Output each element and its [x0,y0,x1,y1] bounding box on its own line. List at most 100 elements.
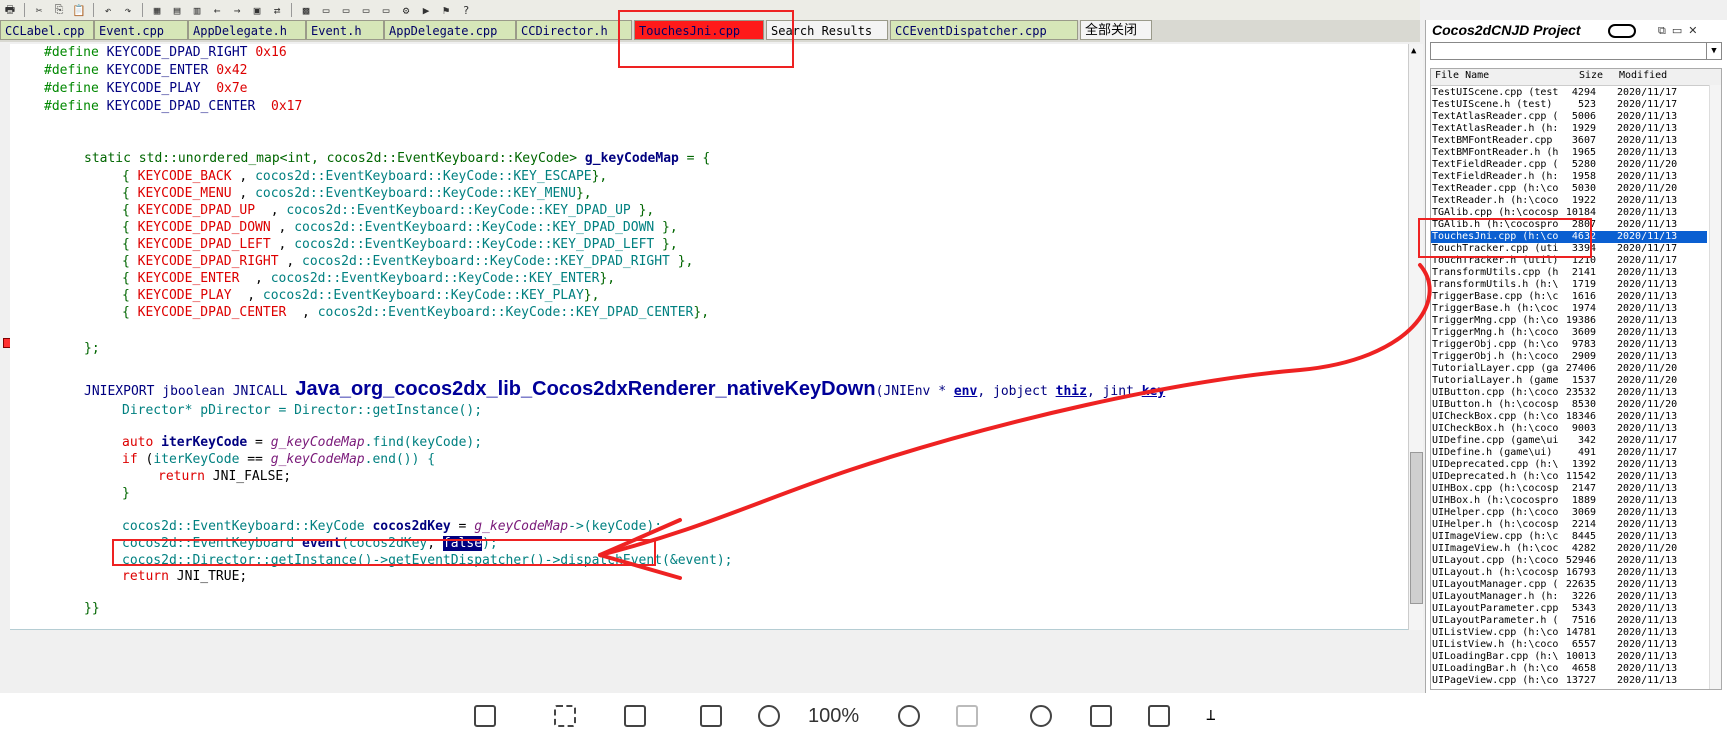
file-row[interactable]: UIButton.cpp (h:\coco 23532 2020/11/13 [1431,387,1707,399]
file-row[interactable]: UILayout.h (h:\cocosp 16793 2020/11/13 [1431,567,1707,579]
file-row[interactable]: UILoadingBar.h (h:\co 4658 2020/11/13 [1431,663,1707,675]
tab-event-cpp[interactable]: Event.cpp [94,20,188,40]
file-row[interactable]: TriggerMng.cpp (h:\co 19386 2020/11/13 [1431,315,1707,327]
paste-icon[interactable]: 📋 [72,3,86,17]
pin-icon[interactable]: ⧉ [1658,24,1672,37]
file-row[interactable]: UIListView.cpp (h:\co 14781 2020/11/13 [1431,627,1707,639]
tab-event-h[interactable]: Event.h [306,20,384,40]
bookmark-icon[interactable]: ▩ [299,3,313,17]
tab-appdelegate-h[interactable]: AppDelegate.h [188,20,306,40]
file-row[interactable]: TextBMFontReader.h (h 1965 2020/11/13 [1431,147,1707,159]
file-row[interactable]: UILayoutManager.cpp (22635 2020/11/13 [1431,579,1707,591]
find-next-icon[interactable]: ▤ [170,3,184,17]
file-row[interactable]: UIListView.h (h:\coco 6557 2020/11/13 [1431,639,1707,651]
file-row[interactable]: TextFieldReader.cpp (5280 2020/11/20 [1431,159,1707,171]
file-row[interactable]: TextAtlasReader.h (h: 1929 2020/11/13 [1431,123,1707,135]
file-row[interactable]: UILayoutParameter.h (7516 2020/11/13 [1431,615,1707,627]
file-row[interactable]: UICheckBox.h (h:\coco 9003 2020/11/13 [1431,423,1707,435]
cut-icon[interactable]: ✂ [32,3,46,17]
file-row[interactable]: UIButton.h (h:\cocosp 8530 2020/11/20 [1431,399,1707,411]
swap-icon[interactable]: ⇄ [270,3,284,17]
file-row[interactable]: UIDefine.h (game\ui) 491 2020/11/17 [1431,447,1707,459]
undo-icon[interactable]: ↶ [101,3,115,17]
file-row[interactable]: TriggerObj.cpp (h:\co 9783 2020/11/13 [1431,339,1707,351]
file-row[interactable]: TextFieldReader.h (h: 1958 2020/11/13 [1431,171,1707,183]
help-icon[interactable]: ? [459,3,473,17]
jump-icon[interactable]: ▣ [250,3,264,17]
file-list-scrollbar[interactable] [1709,85,1721,689]
replace-icon[interactable]: ▥ [190,3,204,17]
fullscreen-icon[interactable] [700,705,722,727]
rotate-icon[interactable] [1030,705,1052,727]
file-row[interactable]: TextBMFontReader.cpp 3607 2020/11/13 [1431,135,1707,147]
file-row[interactable]: UIImageView.cpp (h:\c 8445 2020/11/13 [1431,531,1707,543]
tab-appdelegate-cpp[interactable]: AppDelegate.cpp [384,20,516,40]
file-row[interactable]: UIHelper.h (h:\cocosp 2214 2020/11/13 [1431,519,1707,531]
file-row[interactable]: TriggerBase.h (h:\coc 1974 2020/11/13 [1431,303,1707,315]
zoom-out-icon[interactable] [758,705,780,727]
tile-icon[interactable]: ▭ [359,3,373,17]
file-row[interactable]: TriggerMng.h (h:\coco 3609 2020/11/13 [1431,327,1707,339]
find-icon[interactable]: ▦ [150,3,164,17]
crop-icon[interactable] [554,705,576,727]
horizontal-scroll-region[interactable] [10,629,1408,630]
zoom-in-icon[interactable] [898,705,920,727]
copy-icon[interactable]: ⎘ [52,3,66,17]
column-header-size[interactable]: Size [1579,70,1603,81]
tab-cclabel-cpp[interactable]: CCLabel.cpp [0,20,94,40]
redo-icon[interactable]: ↷ [121,3,135,17]
file-row[interactable]: TextAtlasReader.cpp (5006 2020/11/13 [1431,111,1707,123]
actual-size-icon[interactable] [956,705,978,727]
print-icon[interactable]: 🖶 [3,3,17,17]
file-row[interactable]: TriggerObj.h (h:\coco 2909 2020/11/13 [1431,351,1707,363]
minimize-icon[interactable]: ▭ [1672,24,1688,37]
file-row[interactable]: TextReader.h (h:\coco 1922 2020/11/13 [1431,195,1707,207]
file-row[interactable]: UIHBox.cpp (h:\cocosp 2147 2020/11/13 [1431,483,1707,495]
file-row[interactable]: TextReader.cpp (h:\co 5030 2020/11/20 [1431,183,1707,195]
scrollbar-thumb[interactable] [1410,452,1423,604]
file-row[interactable]: TutorialLayer.cpp (ga 27406 2020/11/20 [1431,363,1707,375]
tab-cceventdispatcher-cpp[interactable]: CCEventDispatcher.cpp [890,20,1078,40]
file-row[interactable]: TutorialLayer.h (game 1537 2020/11/20 [1431,375,1707,387]
project-dropdown[interactable]: ▼ [1430,42,1722,60]
file-row[interactable]: UIHBox.h (h:\cocospro 1889 2020/11/13 [1431,495,1707,507]
file-row[interactable]: TransformUtils.h (h:\ 1719 2020/11/13 [1431,279,1707,291]
cascade-icon[interactable]: ▭ [339,3,353,17]
window-icon[interactable]: ▭ [319,3,333,17]
file-row[interactable]: UICheckBox.cpp (h:\co 18346 2020/11/13 [1431,411,1707,423]
file-row[interactable]: TestUIScene.cpp (test 4294 2020/11/17 [1431,87,1707,99]
file-row[interactable]: UIPageView.cpp (h:\co 13727 2020/11/13 [1431,675,1707,687]
window-list-icon[interactable]: ▭ [379,3,393,17]
run-icon[interactable]: ▶ [419,3,433,17]
file-row[interactable]: UIDefine.cpp (game\ui 342 2020/11/17 [1431,435,1707,447]
film-icon[interactable] [624,705,646,727]
pin-tool-icon[interactable]: ⊥ [1206,705,1228,727]
file-row[interactable]: UIImageView.h (h:\coc 4282 2020/11/20 [1431,543,1707,555]
close-all-tabs-button[interactable]: 全部关闭 [1080,20,1152,40]
forward-arrow-icon[interactable]: → [230,3,244,17]
file-row[interactable]: UIHelper.cpp (h:\coco 3069 2020/11/13 [1431,507,1707,519]
crop-tool-icon[interactable] [1148,705,1170,727]
file-row[interactable]: TriggerBase.cpp (h:\c 1616 2020/11/13 [1431,291,1707,303]
build-icon[interactable]: ⚙ [399,3,413,17]
file-row[interactable]: TransformUtils.cpp (h 2141 2020/11/13 [1431,267,1707,279]
fit-window-icon[interactable] [474,705,496,727]
close-panel-icon[interactable]: ✕ [1688,24,1703,37]
column-header-name[interactable]: File Name [1435,70,1489,81]
chevron-down-icon[interactable]: ▼ [1706,43,1721,59]
file-row[interactable]: UILayout.cpp (h:\coco 52946 2020/11/13 [1431,555,1707,567]
file-row[interactable]: UIDeprecated.cpp (h:\ 1392 2020/11/13 [1431,459,1707,471]
edit-icon[interactable] [1090,705,1112,727]
project-file-list[interactable]: File Name Size Modified TestUIScene.cpp … [1430,68,1722,690]
file-row[interactable]: UILayoutManager.h (h: 3226 2020/11/13 [1431,591,1707,603]
back-arrow-icon[interactable]: ← [210,3,224,17]
file-row[interactable]: TestUIScene.h (test) 523 2020/11/17 [1431,99,1707,111]
editor-vertical-scrollbar[interactable]: ▲ [1408,44,1423,630]
debug-icon[interactable]: ⚑ [439,3,453,17]
file-row[interactable]: UIDeprecated.h (h:\co 11542 2020/11/13 [1431,471,1707,483]
file-row[interactable]: UILoadingBar.cpp (h:\ 10013 2020/11/13 [1431,651,1707,663]
column-header-modified[interactable]: Modified [1619,70,1667,81]
tab-ccdirector-h[interactable]: CCDirector.h [516,20,632,40]
file-row[interactable]: UILayoutParameter.cpp 5343 2020/11/13 [1431,603,1707,615]
scroll-up-icon[interactable]: ▲ [1411,46,1416,56]
